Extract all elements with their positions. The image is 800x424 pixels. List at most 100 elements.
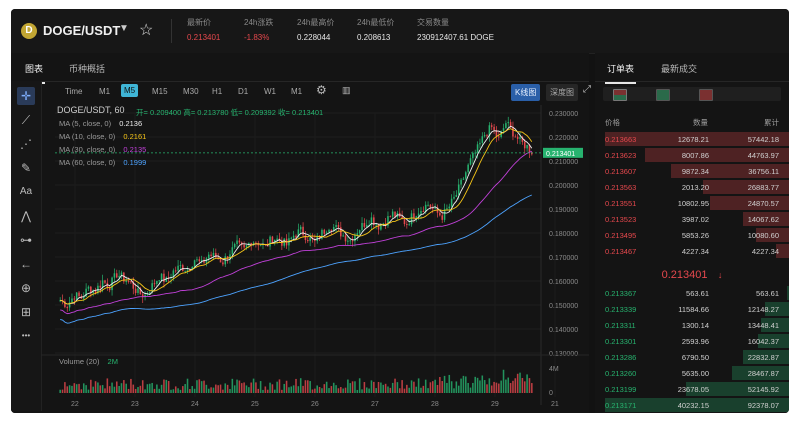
- volume-bar: [151, 382, 153, 393]
- pair-selector[interactable]: DOGE/USDT: [43, 23, 120, 38]
- favorite-star-icon[interactable]: ☆: [139, 20, 153, 40]
- pattern-icon[interactable]: ⋀: [17, 207, 35, 225]
- more-icon[interactable]: •••: [17, 327, 35, 345]
- bids-only-icon[interactable]: [656, 89, 670, 101]
- candle-body: [219, 259, 222, 263]
- volume-bar: [302, 385, 304, 393]
- tab-latest-trades[interactable]: 最新成交: [661, 62, 697, 75]
- interval-m30[interactable]: M30: [183, 87, 199, 96]
- row-total: 4227.34: [751, 247, 779, 256]
- volume-bar: [290, 386, 293, 393]
- bid-row[interactable]: 0.213367 563.61 563.61: [595, 285, 789, 300]
- candle-body: [127, 280, 130, 282]
- volume-bar: [233, 385, 236, 393]
- tab-overview[interactable]: 币种概括: [69, 62, 105, 75]
- row-price: 0.213623: [605, 151, 637, 160]
- back-arrow-icon[interactable]: ←: [17, 255, 35, 273]
- bid-row[interactable]: 0.213301 2593.96 16042.37: [595, 333, 789, 348]
- tab-orderbook[interactable]: 订单表: [604, 62, 637, 84]
- price-tick: 0.140000: [549, 327, 578, 334]
- volume-bar: [384, 383, 387, 393]
- volume-bar: [363, 382, 366, 393]
- bid-row[interactable]: 0.213171 40232.15 92378.07: [595, 397, 789, 412]
- volume-bar: [403, 388, 406, 393]
- fullscreen-icon[interactable]: ⤢: [583, 84, 591, 95]
- volume-bar: [316, 385, 319, 393]
- depth-view-button[interactable]: 深度图: [546, 84, 578, 101]
- candle-body: [71, 298, 73, 303]
- ask-row[interactable]: 0.213495 5853.26 10080.60: [595, 227, 789, 242]
- volume-bar: [243, 382, 245, 393]
- row-total: 12148.27: [747, 305, 779, 314]
- ask-row[interactable]: 0.213551 10802.95 24870.57: [595, 195, 789, 210]
- candle-body: [344, 235, 347, 242]
- interval-m15[interactable]: M15: [152, 87, 168, 96]
- bid-row[interactable]: 0.213260 5635.00 28467.87: [595, 365, 789, 380]
- settings-gear-icon[interactable]: ⚙: [316, 83, 327, 97]
- volume-bar: [101, 385, 104, 393]
- volume-bar: [278, 379, 281, 393]
- interval-d1[interactable]: D1: [238, 87, 248, 96]
- candlestick-chart[interactable]: 0.230000 0.220000 0.210000 0.200000 0.190000…: [41, 105, 589, 413]
- chevron-down-icon[interactable]: ▼: [119, 23, 129, 34]
- candle-body: [349, 240, 352, 242]
- row-qty: 6790.50: [681, 353, 709, 362]
- volume-bar: [167, 380, 170, 393]
- candle-body: [113, 273, 116, 278]
- volume-bar: [189, 389, 191, 393]
- row-total: 22832.87: [747, 353, 779, 362]
- interval-month[interactable]: M1: [291, 87, 302, 96]
- row-total: 44763.97: [747, 151, 779, 160]
- bid-row[interactable]: 0.213339 11584.66 12148.27: [595, 301, 789, 316]
- candle-body: [446, 208, 448, 210]
- volume-bar: [427, 388, 429, 393]
- zoom-icon[interactable]: ⊕: [17, 279, 35, 297]
- volume-bar: [387, 386, 389, 393]
- candle-body: [481, 136, 484, 143]
- interval-time[interactable]: Time: [65, 87, 82, 96]
- interval-h1[interactable]: H1: [212, 87, 222, 96]
- ask-row[interactable]: 0.213663 12678.21 57442.18: [595, 131, 789, 146]
- volume-bar: [186, 378, 189, 393]
- candle-body: [358, 230, 361, 234]
- bid-row[interactable]: 0.213286 6790.50 22832.87: [595, 349, 789, 364]
- ask-row[interactable]: 0.213623 8007.86 44763.97: [595, 147, 789, 162]
- line-icon[interactable]: ⟋: [17, 111, 35, 129]
- both-sides-icon[interactable]: [613, 89, 627, 101]
- asks-only-icon[interactable]: [699, 89, 713, 101]
- bid-row[interactable]: 0.213311 1300.14 13448.41: [595, 317, 789, 332]
- kline-view-button[interactable]: K线图: [511, 84, 541, 101]
- indicator-icon[interactable]: ▥: [342, 85, 351, 96]
- row-total: 563.61: [756, 289, 779, 298]
- tab-chart[interactable]: 图表: [22, 62, 46, 84]
- interval-w1[interactable]: W1: [264, 87, 276, 96]
- interval-m5[interactable]: M5: [121, 84, 139, 97]
- text-icon[interactable]: Aa: [17, 183, 35, 201]
- ma-value: 0.2136: [119, 119, 143, 128]
- volume-bar: [297, 386, 300, 393]
- ask-row[interactable]: 0.213523 3987.02 14067.62: [595, 211, 789, 226]
- ask-row[interactable]: 0.213607 9872.34 36756.11: [595, 163, 789, 178]
- volume-bar: [210, 387, 212, 393]
- candle-body: [427, 204, 429, 206]
- depth-bar: [787, 286, 789, 300]
- lock-icon[interactable]: ⊞: [17, 303, 35, 321]
- volume-bar: [269, 382, 271, 393]
- volume-bar: [153, 388, 156, 393]
- fib-icon[interactable]: ⋰: [17, 135, 35, 153]
- bid-row[interactable]: 0.213199 23678.05 52145.92: [595, 381, 789, 396]
- ask-row[interactable]: 0.213467 4227.34 4227.34: [595, 243, 789, 258]
- volume-bar: [457, 385, 460, 393]
- volume-bar: [66, 386, 69, 393]
- ask-row[interactable]: 0.213563 2013.20 26883.77: [595, 179, 789, 194]
- ma10-label: MA (10, close, 0) 0.2161: [59, 132, 146, 141]
- brush-icon[interactable]: ✎: [17, 159, 35, 177]
- candle-body: [134, 288, 137, 293]
- volume-bar: [156, 384, 158, 393]
- measure-icon[interactable]: ⊶: [17, 231, 35, 249]
- price-tick: 0.200000: [549, 183, 578, 190]
- volume-bar: [236, 379, 238, 393]
- interval-m1[interactable]: M1: [99, 87, 110, 96]
- ma-line: [60, 150, 532, 315]
- crosshair-icon[interactable]: ✛: [17, 87, 35, 105]
